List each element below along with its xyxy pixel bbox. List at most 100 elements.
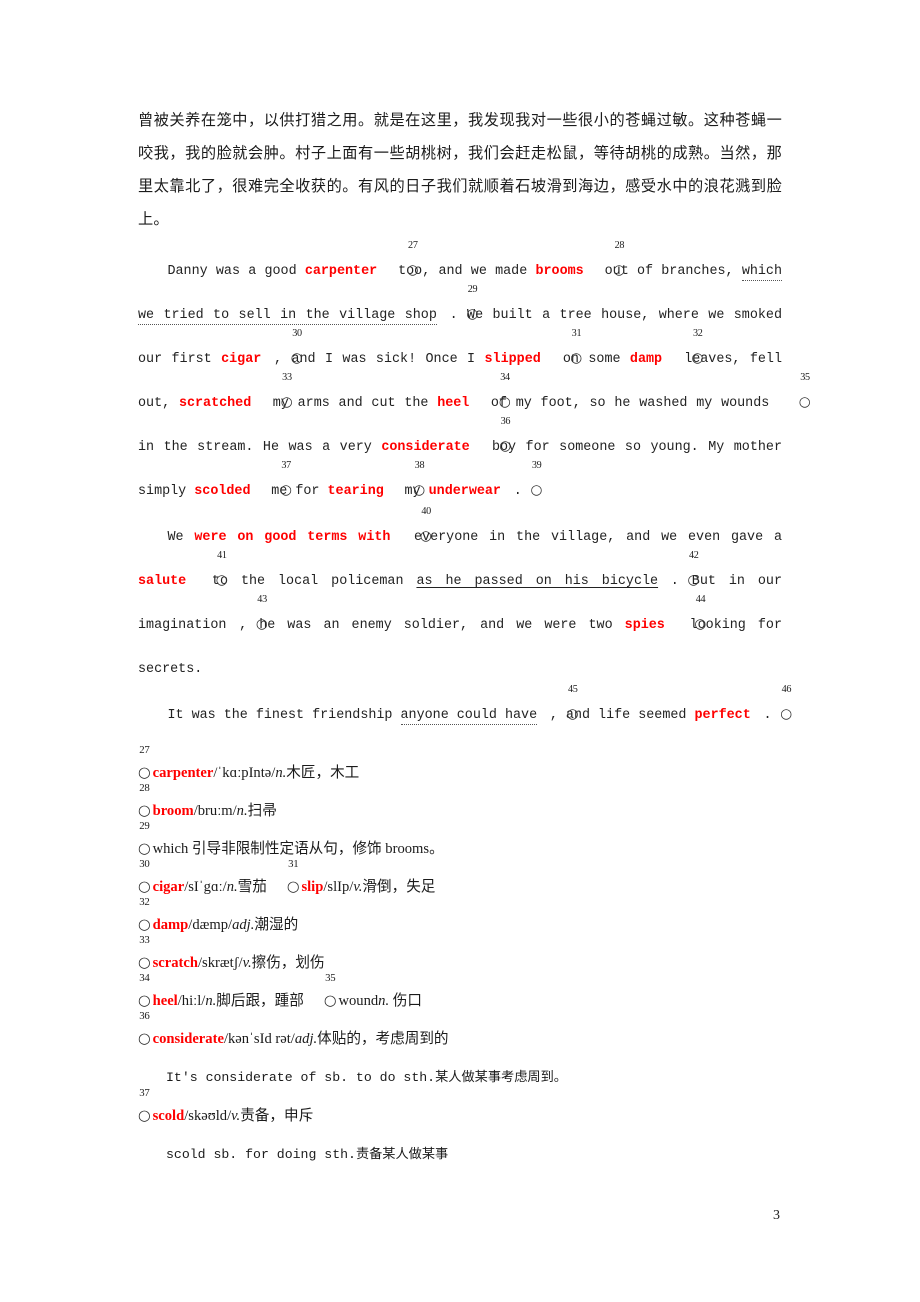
footnote-gloss: 体贴的，考虑周到的 xyxy=(317,1031,449,1047)
footnote-entry-marker-36[interactable]: ○ 36 xyxy=(138,1010,153,1058)
footnote-number: 41 xyxy=(217,549,227,561)
footnote-headword: damp xyxy=(152,917,189,933)
ring-icon: ○ xyxy=(215,572,228,588)
footnote-part-of-speech: v. xyxy=(242,955,252,971)
footnote-gloss: 扫帚 xyxy=(247,803,277,819)
footnote-gloss: 潮湿的 xyxy=(254,917,299,933)
keyword-considerate: considerate xyxy=(381,440,470,455)
ring-icon: ○ xyxy=(279,482,292,498)
footnote-marker-41[interactable]: ○ 41 xyxy=(186,550,228,604)
footnote-headword: scratch xyxy=(152,955,198,971)
footnote-phonetic: /sIˈgɑː/ xyxy=(184,879,227,895)
footnote-phonetic: /dæmp/ xyxy=(188,917,233,933)
ring-icon: ○ xyxy=(687,572,700,588)
ring-icon: ○ xyxy=(419,528,432,544)
ring-icon: ○ xyxy=(413,482,426,498)
footnote-number: 38 xyxy=(414,459,425,471)
passage-paragraph-3: It was the finest friendship anyone coul… xyxy=(138,684,792,738)
footnote-entry-number: 36 xyxy=(139,1009,150,1022)
keyword-underwear: underwear xyxy=(428,484,501,499)
footnote-number: 40 xyxy=(421,505,431,517)
passage-paragraph-1: Danny was a good carpenter ○ 27 too, and w… xyxy=(138,240,811,514)
footnote-marker-36[interactable]: ○ 36 xyxy=(470,416,511,470)
footnote-entry-number: 33 xyxy=(139,933,150,946)
footnote-entry-number: 31 xyxy=(288,857,299,870)
footnote-entry-number: 32 xyxy=(139,895,150,908)
ring-icon: ○ xyxy=(255,616,268,632)
footnote-marker-35[interactable]: ○ 35 xyxy=(769,372,811,426)
ring-icon: ○ xyxy=(138,954,151,971)
ring-icon: ○ xyxy=(323,992,337,1009)
footnote-example: scold sb. for doing sth. xyxy=(166,1147,356,1162)
footnote-entry-number: 28 xyxy=(139,781,150,794)
ring-icon: ○ xyxy=(466,306,479,322)
footnote-entry-marker-37[interactable]: ○ 37 xyxy=(138,1087,153,1135)
footnote-gloss: 责备，申斥 xyxy=(240,1108,314,1124)
footnote-marker-46[interactable]: ○ 46 xyxy=(751,684,792,738)
footnote-phonetic: /skəʊld/ xyxy=(184,1108,232,1124)
footnote-headword: wound xyxy=(338,993,379,1009)
footnote-number: 46 xyxy=(781,683,792,695)
footnote-marker-44[interactable]: ○ 44 xyxy=(665,594,706,648)
ring-icon: ○ xyxy=(286,878,300,895)
text-segment: on some xyxy=(553,352,630,367)
footnote-example-gloss: 责备某人做某事 xyxy=(355,1146,449,1161)
footnote-gloss: 脚后跟，踵部 xyxy=(216,993,304,1009)
text-segment: in the stream. He was a very xyxy=(138,440,382,455)
text-segment: . xyxy=(513,484,522,499)
underlined-clause-anyone-could-have: anyone could have xyxy=(400,708,538,725)
footnote-number: 34 xyxy=(500,371,510,383)
footnote-number: 32 xyxy=(692,327,703,339)
footnote-line: It's considerate of sb. to do sth.某人做某事考… xyxy=(138,1058,782,1097)
keyword-tearing: tearing xyxy=(327,484,384,499)
ring-icon: ○ xyxy=(694,616,707,632)
footnote-part-of-speech: adj. xyxy=(232,917,255,933)
footnote-marker-37[interactable]: ○ 37 xyxy=(251,460,292,514)
text-segment: me for xyxy=(263,484,328,499)
footnote-headword: considerate xyxy=(152,1031,224,1047)
ring-icon: ○ xyxy=(138,1030,151,1047)
ring-icon: ○ xyxy=(138,1107,151,1124)
footnote-line: ○ 37 scold/skəʊld/v.责备，申斥 xyxy=(138,1087,782,1135)
footnotes-section: ○ 27 carpenter/ˈkɑːpIntə/n.木匠，木工 ○ 28 broom/b… xyxy=(138,744,782,1174)
keyword-scolded: scolded xyxy=(194,484,251,499)
keyword-salute: salute xyxy=(138,574,187,589)
footnote-line: ○ 29 which 引导非限制性定语从句，修饰 brooms。 xyxy=(138,820,782,868)
keyword-were-on-good-terms-with: were on good terms with xyxy=(194,530,391,545)
ring-icon: ○ xyxy=(280,394,293,410)
underlined-clause-bicycle: as he passed on his bicycle xyxy=(416,574,659,589)
footnote-entry-number: 37 xyxy=(139,1086,150,1099)
footnote-phonetic: /bruːm/ xyxy=(193,803,237,819)
footnote-gloss: 伤口 xyxy=(389,993,422,1009)
footnote-phonetic: /kənˈsId rət/ xyxy=(223,1031,295,1047)
footnote-marker-39[interactable]: ○ 39 xyxy=(501,460,542,514)
footnote-marker-43[interactable]: ○ 43 xyxy=(226,594,268,648)
footnote-entry-marker-31[interactable]: ○ 31 xyxy=(286,858,302,906)
footnote-gloss: 擦伤，划伤 xyxy=(251,955,325,971)
footnote-part-of-speech: v. xyxy=(231,1108,241,1124)
footnote-marker-29[interactable]: ○ 29 xyxy=(437,284,478,338)
footnote-line: scold sb. for doing sth.责备某人做某事 xyxy=(138,1135,782,1174)
footnote-marker-31[interactable]: ○ 31 xyxy=(541,328,582,382)
footnote-part-of-speech: n. xyxy=(378,993,390,1009)
footnote-headword: scold xyxy=(152,1108,185,1124)
footnote-marker-32[interactable]: ○ 32 xyxy=(662,328,704,382)
footnote-entry-marker-35[interactable]: ○ 35 xyxy=(323,972,339,1020)
footnote-marker-28[interactable]: ○ 28 xyxy=(584,240,625,294)
footnote-marker-27[interactable]: ○ 27 xyxy=(377,240,419,294)
footnote-phonetic: /skrætʃ/ xyxy=(197,955,243,971)
footnote-headword: which xyxy=(152,841,189,857)
footnote-marker-33[interactable]: ○ 33 xyxy=(251,372,293,426)
footnote-number: 44 xyxy=(695,593,706,605)
footnote-part-of-speech: n. xyxy=(205,993,217,1009)
footnote-line: ○ 28 broom/bruːm/n.扫帚 xyxy=(138,782,782,830)
footnote-marker-40[interactable]: ○ 40 xyxy=(390,506,432,560)
footnote-headword: heel xyxy=(152,993,178,1009)
footnote-line: ○ 27 carpenter/ˈkɑːpIntə/n.木匠，木工 xyxy=(138,744,782,792)
footnote-entry-number: 35 xyxy=(325,971,336,984)
footnote-marker-45[interactable]: ○ 45 xyxy=(537,684,579,738)
footnote-headword: broom xyxy=(152,803,194,819)
footnote-number: 30 xyxy=(292,327,302,339)
keyword-heel: heel xyxy=(437,396,470,411)
footnote-number: 31 xyxy=(571,327,582,339)
